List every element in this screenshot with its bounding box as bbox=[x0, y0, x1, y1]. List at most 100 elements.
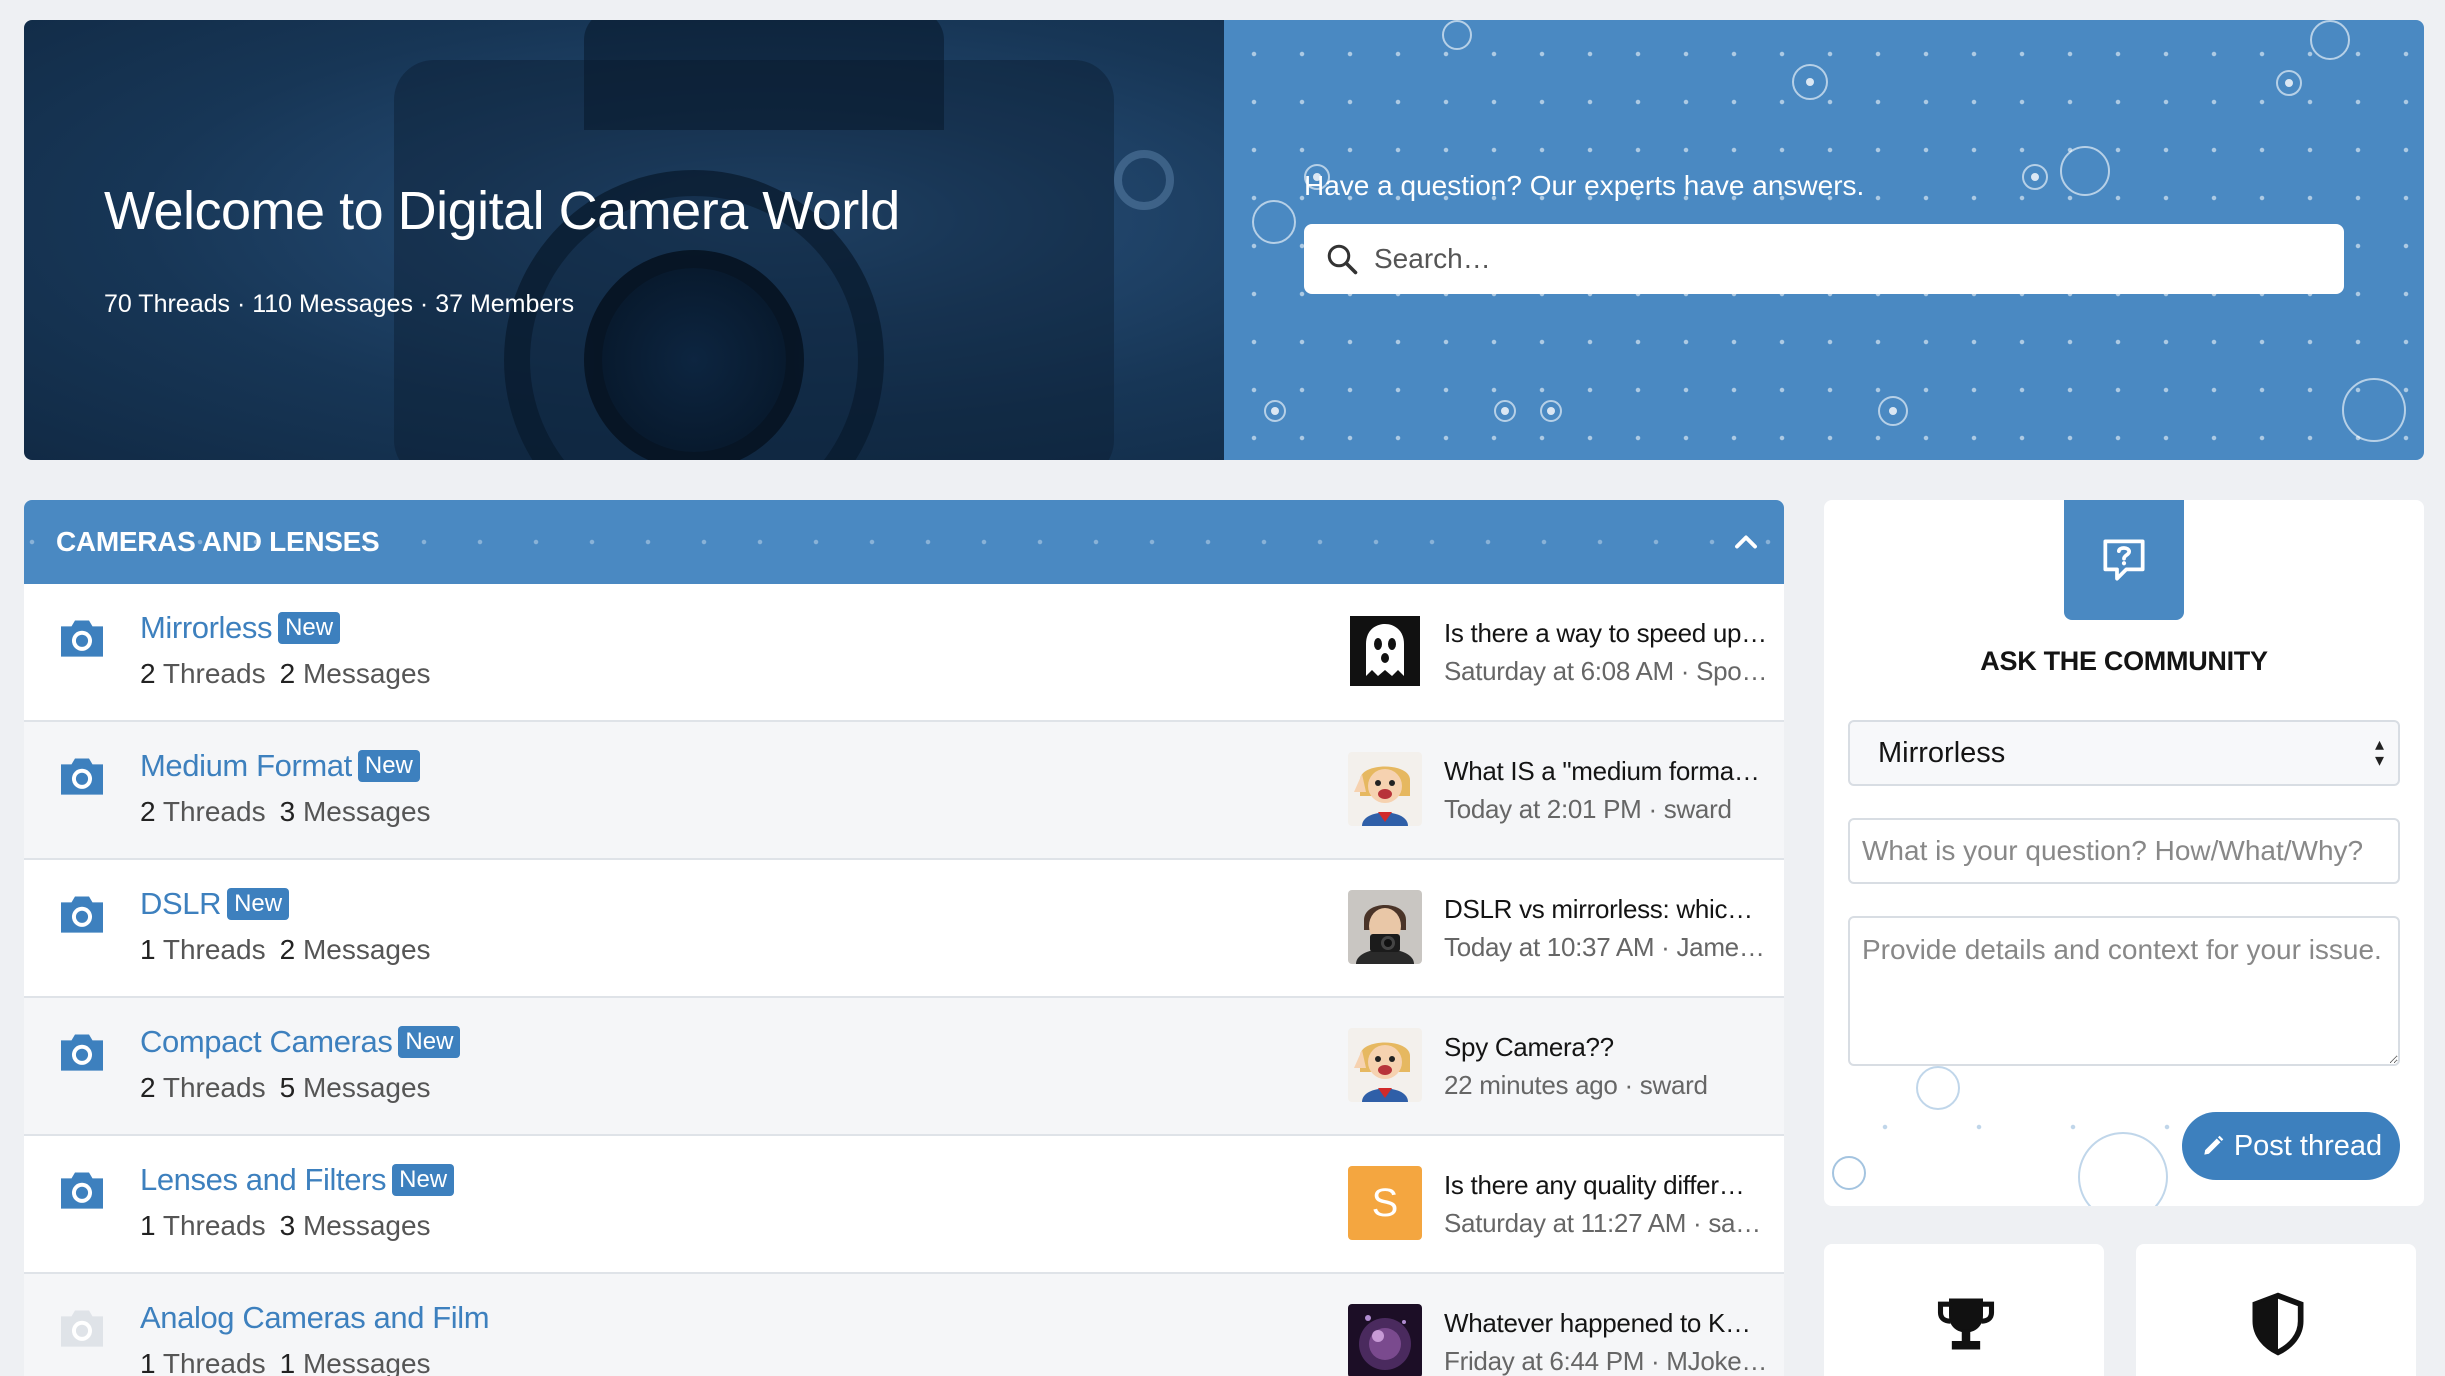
new-badge: New bbox=[227, 888, 290, 920]
latest-post: Whatever happened to K… Friday at 6:44 PM… bbox=[1348, 1304, 1768, 1376]
decor-ring bbox=[2276, 70, 2302, 96]
letter-avatar[interactable]: S bbox=[1348, 1166, 1422, 1240]
hero-search-panel: Have a question? Our experts have answer… bbox=[1224, 20, 2424, 460]
trophy-card[interactable] bbox=[1824, 1244, 2104, 1376]
node-title-row: DSLR New bbox=[140, 886, 290, 922]
node-title-link[interactable]: Compact Cameras bbox=[140, 1024, 393, 1060]
select-arrows-icon: ▴ ▾ bbox=[2374, 734, 2384, 770]
node-title-row: Medium Format New bbox=[140, 748, 420, 784]
latest-post: What IS a "medium forma… Today at 2:01 PM… bbox=[1348, 752, 1768, 832]
search-prompt: Have a question? Our experts have answer… bbox=[1304, 170, 1865, 201]
hero-welcome-panel: Welcome to Digital Camera World 70 Threa… bbox=[24, 20, 1224, 460]
node-title-link[interactable]: Lenses and Filters bbox=[140, 1162, 387, 1198]
message-count-label: Messages bbox=[302, 1348, 431, 1376]
decor-ring bbox=[1916, 1066, 1960, 1110]
question-details-textarea[interactable] bbox=[1848, 916, 2400, 1066]
camera-photo-dial bbox=[1114, 150, 1174, 210]
node-title-row: Lenses and Filters New bbox=[140, 1162, 455, 1198]
new-badge: New bbox=[398, 1026, 461, 1058]
question-title-input[interactable] bbox=[1848, 818, 2400, 884]
node-title-link[interactable]: Mirrorless bbox=[140, 610, 272, 646]
latest-post-meta: 22 minutes ago · sward bbox=[1444, 1070, 1708, 1100]
forum-node-list: Mirrorless New 2 Threads 2 Messages Is there… bbox=[24, 584, 1784, 1376]
search-icon bbox=[1327, 244, 1358, 275]
node-stats: 2 Threads 3 Messages bbox=[140, 796, 431, 828]
photographer-avatar[interactable] bbox=[1348, 890, 1422, 964]
chevron-up-icon[interactable] bbox=[1728, 524, 1764, 560]
new-badge: New bbox=[357, 750, 420, 782]
ask-community-widget: ASK THE COMMUNITY Mirrorless ▴▾ Post thr… bbox=[1824, 500, 2424, 1206]
decor-ring bbox=[2342, 378, 2406, 442]
post-thread-button[interactable]: Post thread bbox=[2182, 1112, 2400, 1180]
latest-post-title[interactable]: Is there any quality differ… bbox=[1444, 1170, 1768, 1201]
cartoon-hero-avatar[interactable] bbox=[1348, 1028, 1422, 1102]
hero-banner: Welcome to Digital Camera World 70 Threa… bbox=[24, 20, 2424, 460]
camera-icon bbox=[61, 1034, 103, 1071]
node-stats: 1 Threads 1 Messages bbox=[140, 1348, 431, 1376]
latest-post-meta: Saturday at 6:08 AM · Spo… bbox=[1444, 656, 1768, 686]
message-count: 2 bbox=[279, 934, 296, 965]
purple-orb-avatar[interactable] bbox=[1348, 1304, 1422, 1376]
page-title: Welcome to Digital Camera World bbox=[104, 181, 900, 241]
ghost-avatar[interactable] bbox=[1348, 614, 1422, 688]
latest-post-title[interactable]: Spy Camera?? bbox=[1444, 1032, 1768, 1063]
message-count: 2 bbox=[279, 658, 296, 689]
latest-post-title[interactable]: DSLR vs mirrorless: whic… bbox=[1444, 894, 1768, 925]
ask-heading: ASK THE COMMUNITY bbox=[1980, 646, 2268, 676]
node-stats: 1 Threads 2 Messages bbox=[140, 934, 431, 966]
shield-icon bbox=[2252, 1292, 2304, 1356]
node-title-link[interactable]: Medium Format bbox=[140, 748, 352, 784]
node-stats: 1 Threads 3 Messages bbox=[140, 1210, 431, 1242]
search-input[interactable] bbox=[1374, 243, 2274, 275]
thread-count: 1 bbox=[140, 934, 156, 965]
decor-ring bbox=[1442, 20, 1472, 50]
decor-ring bbox=[2060, 146, 2110, 196]
thread-count-label: Threads bbox=[162, 796, 266, 827]
category-title[interactable]: CAMERAS AND LENSES bbox=[56, 526, 380, 558]
shield-card[interactable] bbox=[2136, 1244, 2416, 1376]
site-stats: 70 Threads · 110 Messages · 37 Members bbox=[104, 290, 575, 318]
search-box[interactable] bbox=[1304, 224, 2344, 294]
latest-post-title[interactable]: What IS a "medium forma… bbox=[1444, 756, 1768, 787]
camera-icon bbox=[61, 620, 103, 657]
decor-ring bbox=[1878, 396, 1908, 426]
camera-icon bbox=[61, 758, 103, 795]
decor-ring bbox=[1540, 400, 1562, 422]
ask-icon-tab bbox=[2064, 500, 2184, 620]
cartoon-hero-avatar[interactable] bbox=[1348, 752, 1422, 826]
latest-post-meta: Saturday at 11:27 AM · sa… bbox=[1444, 1208, 1761, 1238]
camera-photo-lens-inner bbox=[584, 250, 804, 460]
message-count-label: Messages bbox=[302, 796, 431, 827]
decor-ring bbox=[1494, 400, 1516, 422]
camera-icon bbox=[61, 1172, 103, 1209]
forum-node-row: Compact Cameras New 2 Threads 5 Messages Spy… bbox=[24, 998, 1784, 1136]
forum-node-row: Analog Cameras and Film 1 Threads 1 Messag… bbox=[24, 1274, 1784, 1376]
message-count-label: Messages bbox=[302, 658, 431, 689]
camera-photo-top bbox=[584, 20, 944, 130]
latest-post-title[interactable]: Whatever happened to K… bbox=[1444, 1308, 1768, 1339]
message-count-label: Messages bbox=[302, 1210, 431, 1241]
camera-icon bbox=[61, 1310, 103, 1347]
message-count: 5 bbox=[279, 1072, 296, 1103]
thread-count: 1 bbox=[140, 1210, 156, 1241]
node-title-row: Analog Cameras and Film bbox=[140, 1300, 490, 1336]
thread-count-label: Threads bbox=[162, 1210, 266, 1241]
node-title-row: Mirrorless New bbox=[140, 610, 341, 646]
node-stats: 2 Threads 5 Messages bbox=[140, 1072, 431, 1104]
latest-post-meta: Today at 2:01 PM · sward bbox=[1444, 794, 1732, 824]
thread-count-label: Threads bbox=[162, 934, 266, 965]
thread-count-label: Threads bbox=[162, 1072, 266, 1103]
latest-post-title[interactable]: Is there a way to speed up… bbox=[1444, 618, 1768, 649]
decor-ring bbox=[2310, 20, 2350, 60]
forum-node-row: Mirrorless New 2 Threads 2 Messages Is there… bbox=[24, 584, 1784, 722]
decor-ring bbox=[1264, 400, 1286, 422]
latest-post: Spy Camera?? 22 minutes ago · sward bbox=[1348, 1028, 1768, 1108]
thread-count: 2 bbox=[140, 658, 156, 689]
decor-ring bbox=[2022, 164, 2048, 190]
thread-count: 2 bbox=[140, 1072, 156, 1103]
message-count-label: Messages bbox=[302, 934, 431, 965]
node-title-link[interactable]: Analog Cameras and Film bbox=[140, 1300, 490, 1336]
forum-node-row: Medium Format New 2 Threads 3 Messages What … bbox=[24, 722, 1784, 860]
forum-select[interactable]: Mirrorless ▴ ▾ bbox=[1848, 720, 2400, 786]
node-title-link[interactable]: DSLR bbox=[140, 886, 221, 922]
